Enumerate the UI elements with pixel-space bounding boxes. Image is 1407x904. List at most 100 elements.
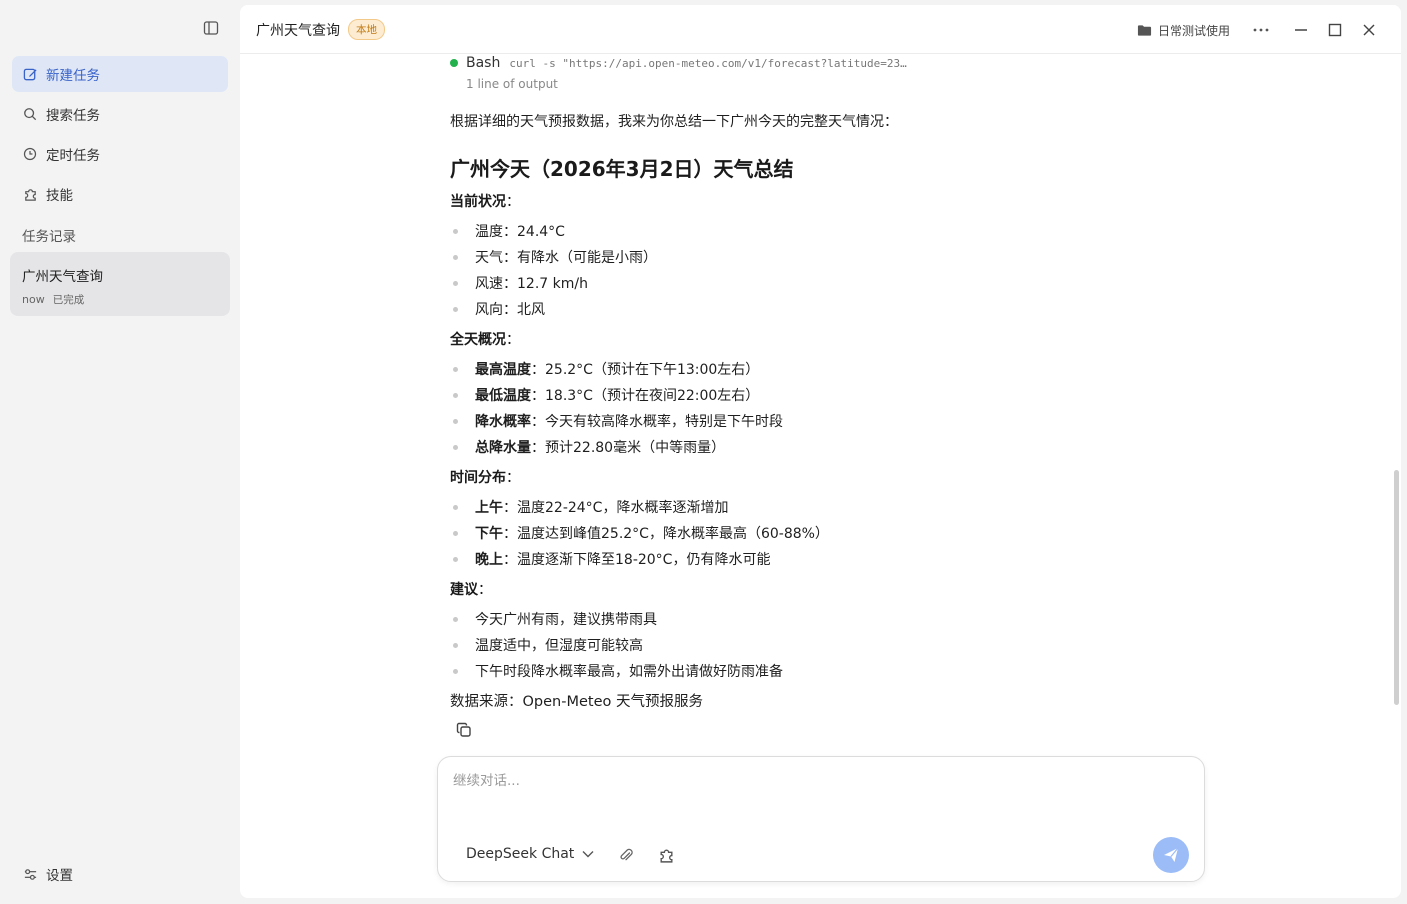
chat-input[interactable] — [453, 769, 1183, 809]
message-heading: 广州今天（2026年3月2日）天气总结 — [450, 157, 794, 181]
tool-name: Bash — [466, 55, 501, 71]
list-item: 风向：北风 — [450, 299, 545, 319]
list-item-text: 温度适中，但湿度可能较高 — [475, 638, 643, 654]
section-title-text: 全天概况 — [450, 332, 506, 348]
copy-button[interactable] — [454, 720, 474, 740]
section-title: 时间分布： — [450, 467, 520, 487]
nav-search-task-label: 搜索任务 — [46, 108, 100, 124]
nav-scheduled-task-label: 定时任务 — [46, 148, 100, 164]
list-item-text: ：温度达到峰值25.2°C，降水概率最高（60-88%） — [503, 526, 829, 542]
nav-skills-label: 技能 — [46, 188, 73, 204]
list-item-text: 风速：12.7 km/h — [475, 276, 588, 292]
tool-command: curl -s "https://api.open-meteo.com/v1/f… — [509, 56, 907, 70]
maximize-icon — [1328, 23, 1342, 37]
list-item-key: 上午 — [475, 500, 503, 516]
list-item-text: 下午时段降水概率最高，如需外出请做好防雨准备 — [475, 664, 783, 680]
section-colon: ： — [506, 470, 520, 486]
list-item: 总降水量 ：预计22.80毫米（中等雨量） — [450, 437, 725, 457]
section-title-text: 当前状况 — [450, 194, 506, 210]
message-intro: 根据详细的天气预报数据，我来为你总结一下广州今天的完整天气情况： — [450, 114, 898, 130]
clock-icon — [22, 146, 38, 162]
section-colon: ： — [478, 582, 492, 598]
nav-skills[interactable]: 技能 — [12, 176, 228, 212]
section-title-text: 时间分布 — [450, 470, 506, 486]
maximize-button[interactable] — [1324, 19, 1346, 41]
task-item-status: 已完成 — [52, 294, 85, 306]
sidebar-toggle-icon[interactable] — [202, 19, 220, 37]
plugin-button[interactable] — [656, 845, 676, 865]
list-item-text: ：温度逐渐下降至18-20°C，仍有降水可能 — [503, 552, 771, 568]
section-colon: ： — [506, 194, 520, 210]
list-item: 风速：12.7 km/h — [450, 273, 588, 293]
list-item-text: ：预计22.80毫米（中等雨量） — [531, 440, 726, 456]
more-options-button[interactable] — [1250, 19, 1272, 41]
task-item-title: 广州天气查询 — [22, 269, 103, 285]
chevron-down-icon — [582, 850, 594, 858]
puzzle-icon — [22, 186, 38, 202]
list-item: 最高温度 ：25.2°C（预计在下午13:00左右） — [450, 359, 759, 379]
list-item: 降水概率 ：今天有较高降水概率，特别是下午时段 — [450, 411, 783, 431]
puzzle-icon — [659, 849, 673, 863]
nav-new-task[interactable]: 新建任务 — [12, 56, 228, 92]
copy-icon — [456, 722, 471, 737]
minimize-button[interactable] — [1290, 19, 1312, 41]
settings-button[interactable]: 设置 — [22, 864, 73, 884]
list-item: 晚上 ：温度逐渐下降至18-20°C，仍有降水可能 — [450, 549, 770, 569]
list-item-text: 天气：有降水（可能是小雨） — [475, 250, 657, 266]
more-icon — [1253, 28, 1269, 32]
list-item: 下午 ：温度达到峰值25.2°C，降水概率最高（60-88%） — [450, 523, 829, 543]
settings-label: 设置 — [46, 868, 73, 884]
list-item-text: 风向：北风 — [475, 302, 545, 318]
list-item-key: 下午 — [475, 526, 503, 542]
nav-search-task[interactable]: 搜索任务 — [12, 96, 228, 132]
sliders-icon — [22, 866, 38, 882]
status-badge: 本地 — [348, 19, 385, 40]
minimize-icon — [1295, 29, 1307, 31]
list-item: 最低温度 ：18.3°C（预计在夜间22:00左右） — [450, 385, 759, 405]
nav-scheduled-task[interactable]: 定时任务 — [12, 136, 228, 172]
list-item-text: 温度：24.4°C — [475, 224, 565, 240]
edit-icon — [22, 66, 38, 82]
list-item: 天气：有降水（可能是小雨） — [450, 247, 657, 267]
close-icon — [1363, 24, 1375, 36]
list-item-key: 降水概率 — [475, 414, 531, 430]
folder-icon — [1137, 24, 1152, 37]
workspace-folder-button[interactable]: 日常测试使用 — [1137, 22, 1230, 39]
list-item-text: ：今天有较高降水概率，特别是下午时段 — [531, 414, 783, 430]
task-item[interactable]: 广州天气查询 now 已完成 — [10, 252, 230, 316]
page-title: 广州天气查询 — [256, 22, 340, 39]
attach-button[interactable] — [616, 845, 636, 865]
list-item-text: 今天广州有雨，建议携带雨具 — [475, 612, 657, 628]
success-dot-icon — [450, 59, 458, 67]
section-colon: ： — [506, 332, 520, 348]
section-title: 建议： — [450, 579, 492, 599]
list-item-key: 最低温度 — [475, 388, 531, 404]
section-title: 当前状况： — [450, 191, 520, 211]
list-item: 温度适中，但湿度可能较高 — [450, 635, 643, 655]
workspace-folder-label: 日常测试使用 — [1158, 24, 1231, 38]
scrollbar[interactable] — [1394, 470, 1399, 705]
send-button[interactable] — [1153, 837, 1189, 873]
search-icon — [22, 106, 38, 122]
list-item-text: ：温度22-24°C，降水概率逐渐增加 — [503, 500, 729, 516]
chat-composer: DeepSeek Chat — [437, 756, 1205, 882]
main-panel: 广州天气查询 本地 日常测试使用 Bash curl -s "https://a… — [240, 5, 1401, 898]
send-icon — [1164, 847, 1179, 862]
sidebar: 新建任务 搜索任务 定时任务 技能 任务记录 广州天气查询 now 已完成 设置 — [0, 0, 240, 904]
tool-output-summary[interactable]: 1 line of output — [466, 77, 558, 91]
data-source-text: 数据来源：Open-Meteo 天气预报服务 — [450, 694, 703, 710]
section-title-text: 建议 — [450, 582, 478, 598]
model-select[interactable]: DeepSeek Chat — [466, 846, 594, 862]
list-item-text: ：18.3°C（预计在夜间22:00左右） — [531, 388, 760, 404]
list-item-key: 最高温度 — [475, 362, 531, 378]
model-select-label: DeepSeek Chat — [466, 846, 575, 862]
list-item: 下午时段降水概率最高，如需外出请做好防雨准备 — [450, 661, 783, 681]
list-item: 今天广州有雨，建议携带雨具 — [450, 609, 657, 629]
tool-call-header[interactable]: Bash curl -s "https://api.open-meteo.com… — [450, 55, 907, 71]
task-history-label: 任务记录 — [22, 229, 76, 245]
list-item-key: 晚上 — [475, 552, 503, 568]
list-item: 上午 ：温度22-24°C，降水概率逐渐增加 — [450, 497, 728, 517]
list-item: 温度：24.4°C — [450, 221, 565, 241]
close-button[interactable] — [1358, 19, 1380, 41]
title-bar: 广州天气查询 本地 日常测试使用 — [240, 5, 1401, 54]
